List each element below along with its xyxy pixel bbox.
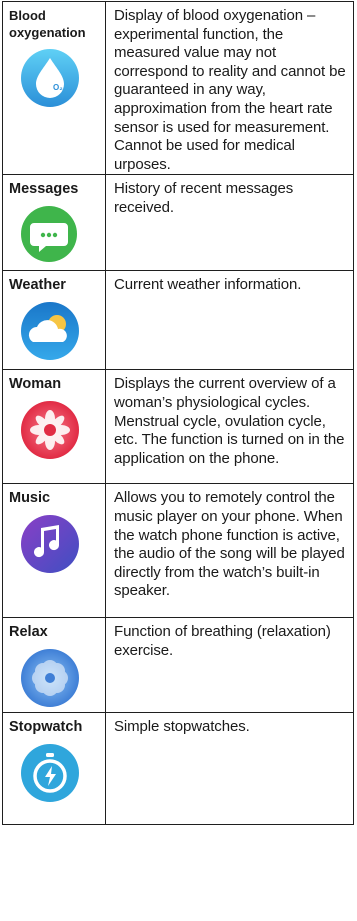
table-row: Music Allows you to remotely control the… <box>2 483 354 619</box>
function-name: Relax <box>9 624 48 641</box>
function-name-cell: Stopwatch <box>2 712 106 826</box>
table-row: Blood oxygenation O₂ Display of blood ox… <box>2 0 354 176</box>
function-name: Music <box>9 490 51 507</box>
table-row: Relax Function of breathing (relaxation)… <box>2 617 354 714</box>
table-row: Weather Current weather information. <box>2 270 354 371</box>
function-name: Stopwatch <box>9 719 83 736</box>
music-note-icon <box>21 515 79 574</box>
function-name: Messages <box>9 181 79 198</box>
table-row: Woman Displays the current overview of a… <box>2 369 354 485</box>
message-bubble-icon <box>21 206 77 263</box>
weather-cloud-sun-icon <box>21 302 79 361</box>
function-name: Blood oxygenation <box>9 8 86 40</box>
function-name-cell: Relax <box>2 617 106 714</box>
function-name: Woman <box>9 376 62 393</box>
function-name: Weather <box>9 277 66 294</box>
function-description: Allows you to remotely control the music… <box>105 483 354 619</box>
stopwatch-icon <box>21 744 79 803</box>
function-description: Simple stopwatches. <box>105 712 354 826</box>
table-row: Stopwatch Simple stopwatches. <box>2 712 354 826</box>
function-description: Function of breathing (relaxation) exerc… <box>105 617 354 714</box>
function-table: Blood oxygenation O₂ Display of blood ox… <box>2 0 354 826</box>
function-name-cell: Blood oxygenation O₂ <box>2 0 106 176</box>
blood-oxygen-drop-icon: O₂ <box>21 49 79 107</box>
function-name-cell: Woman <box>2 369 106 485</box>
function-description: Displays the current overview of a woman… <box>105 369 354 485</box>
relax-breathing-icon <box>21 649 79 708</box>
table-row: Messages History of recent messages rece… <box>2 174 354 272</box>
function-name-cell: Music <box>2 483 106 619</box>
woman-flower-icon <box>21 401 79 460</box>
function-description: Current weather information. <box>105 270 354 371</box>
function-description: History of recent messages received. <box>105 174 354 272</box>
function-name-cell: Messages <box>2 174 106 272</box>
function-name-cell: Weather <box>2 270 106 371</box>
function-description: Display of blood oxygenation – experimen… <box>105 0 354 176</box>
o2-badge: O₂ <box>53 83 63 92</box>
